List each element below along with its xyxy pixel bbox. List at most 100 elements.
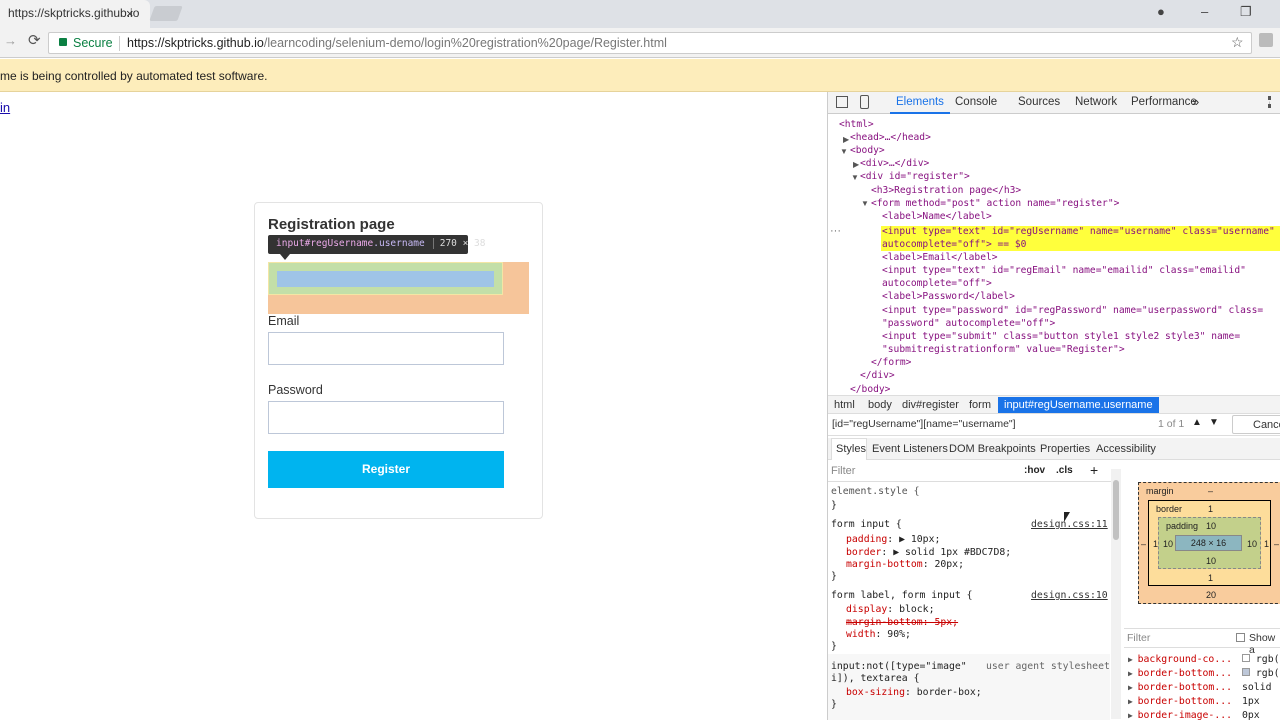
rule-user-agent[interactable]: input:not([type="image" user agent styles… xyxy=(831,661,1111,674)
dom-line[interactable]: <div>…</div> xyxy=(860,157,929,170)
crumb-body[interactable]: body xyxy=(868,399,892,411)
css-declaration-overridden[interactable]: margin-bottom: 5px; xyxy=(846,617,958,630)
dom-line[interactable]: <label>Name</label> xyxy=(882,210,992,223)
tab-network[interactable]: Network xyxy=(1075,96,1117,108)
dom-line[interactable]: autocomplete="off"> xyxy=(882,277,992,290)
tooltip-arrow xyxy=(280,254,290,260)
dom-line[interactable]: </div> xyxy=(860,369,895,382)
tab-dom-breakpoints[interactable]: DOM Breakpoints xyxy=(949,443,1036,455)
bookmark-star-icon[interactable]: ☆ xyxy=(1231,34,1244,51)
tab-sources[interactable]: Sources xyxy=(1018,96,1060,108)
tab-event-listeners[interactable]: Event Listeners xyxy=(872,443,948,455)
bm-margin-left: – xyxy=(1141,539,1147,549)
dom-line-selected[interactable]: autocomplete="off"> == $0 xyxy=(882,238,1026,251)
extension-icon[interactable] xyxy=(1259,33,1273,47)
dom-line-selected[interactable]: <input type="text" id="regUsername" name… xyxy=(882,225,1275,238)
expand-arrow-icon[interactable]: ▶ xyxy=(843,135,849,144)
rule-source-link[interactable]: design.css:10 xyxy=(1031,590,1108,603)
search-next-icon[interactable]: ▼ xyxy=(1209,417,1219,428)
device-toolbar-icon[interactable] xyxy=(860,95,869,109)
computed-prop[interactable]: ▶ border-bottom... xyxy=(1128,696,1232,707)
crumb-form[interactable]: form xyxy=(969,399,991,411)
crumb-html[interactable]: html xyxy=(834,399,855,411)
css-declaration[interactable]: margin-bottom: 20px; xyxy=(846,559,964,572)
css-declaration[interactable]: padding: ▶ 10px; xyxy=(846,534,940,547)
dom-line[interactable]: <h3>Registration page</h3> xyxy=(871,184,1021,197)
new-rule-icon[interactable]: + xyxy=(1090,462,1098,478)
node-dots-icon[interactable]: ··· xyxy=(830,225,841,237)
tab-close-icon[interactable]: × xyxy=(126,6,134,21)
dom-line[interactable]: <input type="password" id="regPassword" … xyxy=(882,304,1263,317)
password-field[interactable] xyxy=(268,401,504,434)
cls-toggle[interactable]: .cls xyxy=(1056,465,1073,476)
css-prop: border xyxy=(846,547,882,558)
expand-arrow-icon[interactable]: ▶ xyxy=(853,160,859,169)
inspect-element-icon[interactable] xyxy=(836,96,848,108)
collapse-arrow-icon[interactable]: ▼ xyxy=(851,173,859,182)
computed-prop[interactable]: ▶ border-bottom... xyxy=(1128,668,1232,679)
crumb-selected[interactable]: input#regUsername.username xyxy=(998,397,1159,413)
dom-line[interactable]: <label>Password</label> xyxy=(882,290,1015,303)
tab-properties[interactable]: Properties xyxy=(1040,443,1090,455)
rule-selector: form input { xyxy=(831,519,902,530)
css-declaration[interactable]: width: 90%; xyxy=(846,629,911,642)
dom-line[interactable]: <html> xyxy=(839,118,874,131)
dom-line[interactable]: </form> xyxy=(871,356,911,369)
reload-icon[interactable]: ⟳ xyxy=(28,31,41,49)
tab-accessibility[interactable]: Accessibility xyxy=(1096,443,1156,455)
dom-line[interactable]: "password" autocomplete="off"> xyxy=(882,317,1055,330)
dom-line[interactable]: <input type="submit" class="button style… xyxy=(882,330,1240,343)
bm-margin-top: – xyxy=(1208,486,1214,496)
dom-line[interactable]: "submitregistrationform" value="Register… xyxy=(882,343,1125,356)
dom-line[interactable]: <input type="text" id="regEmail" name="e… xyxy=(882,264,1246,277)
css-declaration[interactable]: border: ▶ solid 1px #BDC7D8; xyxy=(846,547,1011,560)
bm-margin-right: – xyxy=(1274,539,1280,549)
computed-prop[interactable]: ▶ background-co... xyxy=(1128,654,1232,665)
computed-prop[interactable]: ▶ border-image-... xyxy=(1128,710,1232,721)
rule-selector: form label, form input { xyxy=(831,590,973,601)
dom-line[interactable]: <form method="post" action name="registe… xyxy=(871,197,1119,210)
computed-value: solid xyxy=(1242,682,1272,693)
dom-line[interactable]: <div id="register"> xyxy=(860,170,970,183)
styles-scroll-thumb[interactable] xyxy=(1113,480,1119,540)
menu-icon[interactable] xyxy=(1268,96,1271,108)
cancel-button[interactable]: Cancel xyxy=(1232,415,1280,434)
search-prev-icon[interactable]: ▲ xyxy=(1192,417,1202,428)
tab-performance[interactable]: Performance xyxy=(1131,96,1197,108)
collapse-arrow-icon[interactable]: ▼ xyxy=(840,147,848,156)
register-button[interactable]: Register xyxy=(268,451,504,488)
bm-padding-left: 10 xyxy=(1163,539,1174,549)
computed-filter-input[interactable]: Filter xyxy=(1127,632,1150,644)
css-declaration[interactable]: display: block; xyxy=(846,604,934,617)
styles-filter-input[interactable]: Filter xyxy=(831,465,855,477)
dom-search-input[interactable]: [id="regUsername"][name="username"] xyxy=(832,418,1016,430)
rule-form-label-input[interactable]: form label, form input { design.css:10 xyxy=(831,590,1111,603)
profile-icon[interactable]: ● xyxy=(1157,4,1165,19)
computed-prop[interactable]: ▶ border-bottom... xyxy=(1128,682,1232,693)
css-declaration[interactable]: box-sizing: border-box; xyxy=(846,687,982,700)
address-bar[interactable]: Secure https://skptricks.github.io/learn… xyxy=(48,32,1252,54)
url-text[interactable]: https://skptricks.github.io/learncoding/… xyxy=(127,36,667,50)
dom-line[interactable]: <body> xyxy=(850,144,885,157)
tab-styles[interactable]: Styles xyxy=(836,443,866,455)
tab-console[interactable]: Console xyxy=(955,96,997,108)
email-field[interactable] xyxy=(268,332,504,365)
tab-elements[interactable]: Elements xyxy=(896,96,944,108)
hov-toggle[interactable]: :hov xyxy=(1024,465,1045,476)
forward-icon[interactable]: → xyxy=(4,33,17,48)
username-input[interactable] xyxy=(277,271,494,287)
dom-line[interactable]: <head>…</head> xyxy=(850,131,931,144)
new-tab-button[interactable] xyxy=(149,6,183,21)
dom-line[interactable]: <label>Email</label> xyxy=(882,251,998,264)
tooltip-class: .username xyxy=(373,238,425,249)
rule-element-style[interactable]: element.style { xyxy=(831,486,919,499)
minimize-button[interactable]: – xyxy=(1201,4,1208,19)
rule-source: user agent stylesheet xyxy=(986,661,1110,672)
more-tabs-icon[interactable]: » xyxy=(1192,94,1199,109)
collapse-arrow-icon[interactable]: ▼ xyxy=(861,199,869,208)
bm-margin-bottom: 20 xyxy=(1206,590,1217,600)
crumb-div-register[interactable]: div#register xyxy=(902,399,959,411)
show-all-checkbox[interactable] xyxy=(1236,633,1245,642)
maximize-button[interactable]: ❐ xyxy=(1240,4,1252,20)
page-link[interactable]: in xyxy=(0,100,10,115)
